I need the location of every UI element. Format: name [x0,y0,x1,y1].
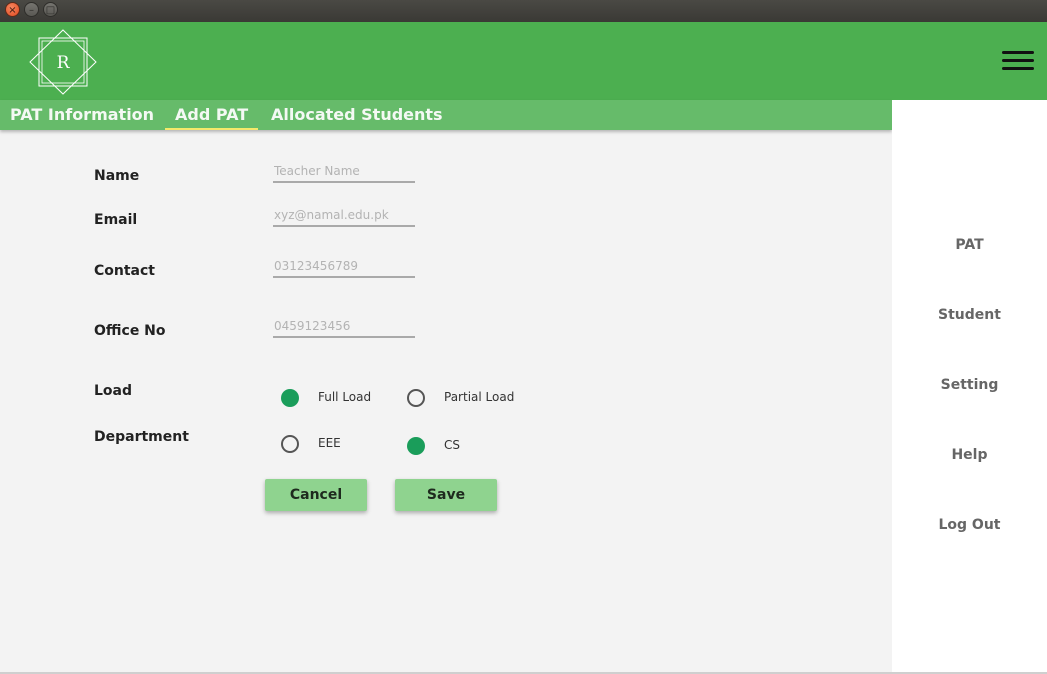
eee-radio[interactable] [281,435,299,453]
tab-bar: PAT Information Add PAT Allocated Studen… [0,100,892,130]
cancel-button[interactable]: Cancel [265,479,367,511]
department-label: Department [94,429,189,445]
side-item-help[interactable]: Help [892,447,1047,463]
logo-letter: R [57,53,71,73]
full-load-label: Full Load [318,390,372,404]
side-item-log-out[interactable]: Log Out [892,517,1047,533]
tab-allocated-students[interactable]: Allocated Students [261,100,453,130]
partial-load-radio[interactable] [407,389,425,407]
cs-label: CS [444,438,460,452]
side-menu: PAT Student Setting Help Log Out [892,100,1047,674]
cs-radio[interactable] [407,437,425,455]
partial-load-label: Partial Load [444,390,515,404]
side-item-student[interactable]: Student [892,307,1047,323]
name-label: Name [94,168,140,184]
contact-field[interactable] [273,256,415,278]
tab-pat-information[interactable]: PAT Information [0,100,164,130]
office-no-label: Office No [94,323,166,339]
contact-label: Contact [94,263,155,279]
maximize-window-icon[interactable]: □ [43,2,58,17]
window-title-bar: × – □ [0,0,1047,22]
side-item-pat[interactable]: PAT [892,237,1047,253]
email-label: Email [94,212,138,228]
save-button[interactable]: Save [395,479,497,511]
tab-add-pat[interactable]: Add PAT [165,100,259,130]
side-item-setting[interactable]: Setting [892,377,1047,393]
office-no-field[interactable] [273,316,415,338]
email-field[interactable] [273,205,415,227]
full-load-radio[interactable] [281,389,299,407]
app-header: R [0,22,1047,100]
logo: R [29,29,97,95]
load-label: Load [94,383,133,399]
menu-icon[interactable] [1002,51,1034,73]
eee-label: EEE [318,436,341,450]
close-window-icon[interactable]: × [5,2,20,17]
name-field[interactable] [273,161,415,183]
minimize-window-icon[interactable]: – [24,2,39,17]
